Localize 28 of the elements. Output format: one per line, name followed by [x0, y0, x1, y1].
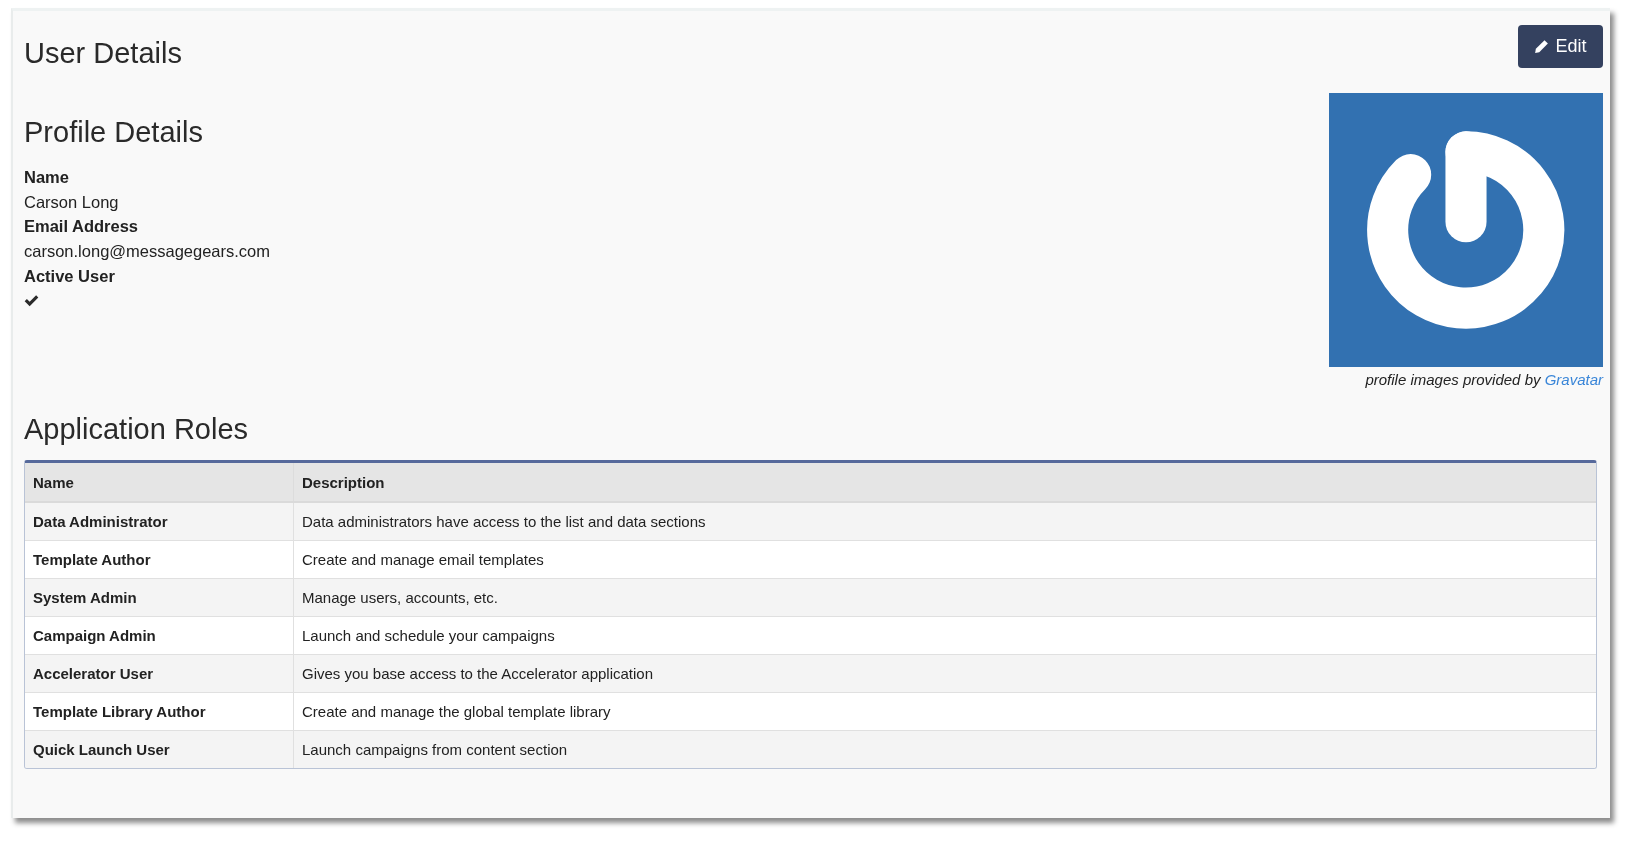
field-label: Name	[24, 167, 70, 188]
field-label: Email Address	[24, 216, 140, 238]
table-cell: Data Administrator	[25, 502, 294, 541]
table-cell: System Admin	[25, 578, 294, 617]
table-cell: Launch and schedule your campaigns	[293, 616, 1596, 655]
column-header: Description	[293, 463, 1596, 502]
table-cell: Template Author	[25, 540, 294, 579]
pencil-icon	[1534, 39, 1550, 54]
table-cell: Launch campaigns from content section	[293, 730, 1596, 768]
field-value: Carson Long	[24, 191, 120, 213]
table-cell: Accelerator User	[25, 654, 294, 693]
field-value: carson.long@messagegears.com	[24, 241, 271, 263]
table-cell: Create and manage the global template library	[293, 692, 1596, 731]
table-cell: Create and manage email templates	[293, 540, 1596, 579]
table-cell: Manage users, accounts, etc.	[293, 578, 1596, 617]
table-cell: Quick Launch User	[25, 730, 294, 768]
page-title: User Details	[24, 36, 182, 71]
table-cell: Gives you base access to the Accelerator application	[293, 654, 1596, 693]
column-header: Name	[25, 463, 294, 502]
section-heading: Application Roles	[24, 412, 250, 447]
section-heading: Profile Details	[24, 115, 204, 150]
table-cell: Template Library Author	[25, 692, 294, 731]
edit-button[interactable]: Edit	[1518, 25, 1603, 68]
gravatar-link[interactable]: Gravatar	[1544, 371, 1603, 388]
table-cell: Campaign Admin	[25, 616, 294, 655]
field-label: Active User	[24, 265, 116, 287]
table-cell: Data administrators have access to the list and data sections	[293, 502, 1596, 541]
avatar-caption: profile images provided by Gravatar	[1365, 370, 1603, 390]
